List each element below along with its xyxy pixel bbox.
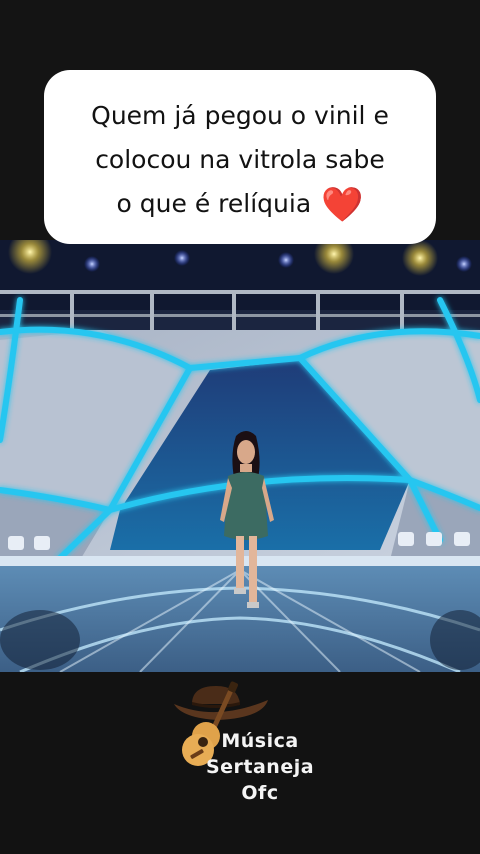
channel-logo-text: Música Sertaneja Ofc [190, 728, 330, 806]
logo-line-2: Sertaneja [205, 756, 315, 778]
logo-line-1: Música [221, 730, 299, 752]
caption-card: Quem já pegou o vinil e colocou na vitro… [44, 70, 436, 244]
video-frame[interactable] [0, 240, 480, 672]
logo-line-3: Ofc [241, 782, 279, 804]
channel-logo: Música Sertaneja Ofc [168, 672, 328, 832]
caption-line-1: Quem já pegou o vinil e [91, 101, 389, 130]
stage-scene [0, 240, 480, 672]
caption-line-3-text: o que é relíquia [116, 189, 312, 218]
heart-emoji-icon: ❤️ [321, 185, 364, 225]
caption-line-3: o que é relíquia ❤️ [58, 182, 422, 227]
caption-line-2: colocou na vitrola sabe [95, 145, 385, 174]
reel-screen: Quem já pegou o vinil e colocou na vitro… [0, 0, 480, 854]
